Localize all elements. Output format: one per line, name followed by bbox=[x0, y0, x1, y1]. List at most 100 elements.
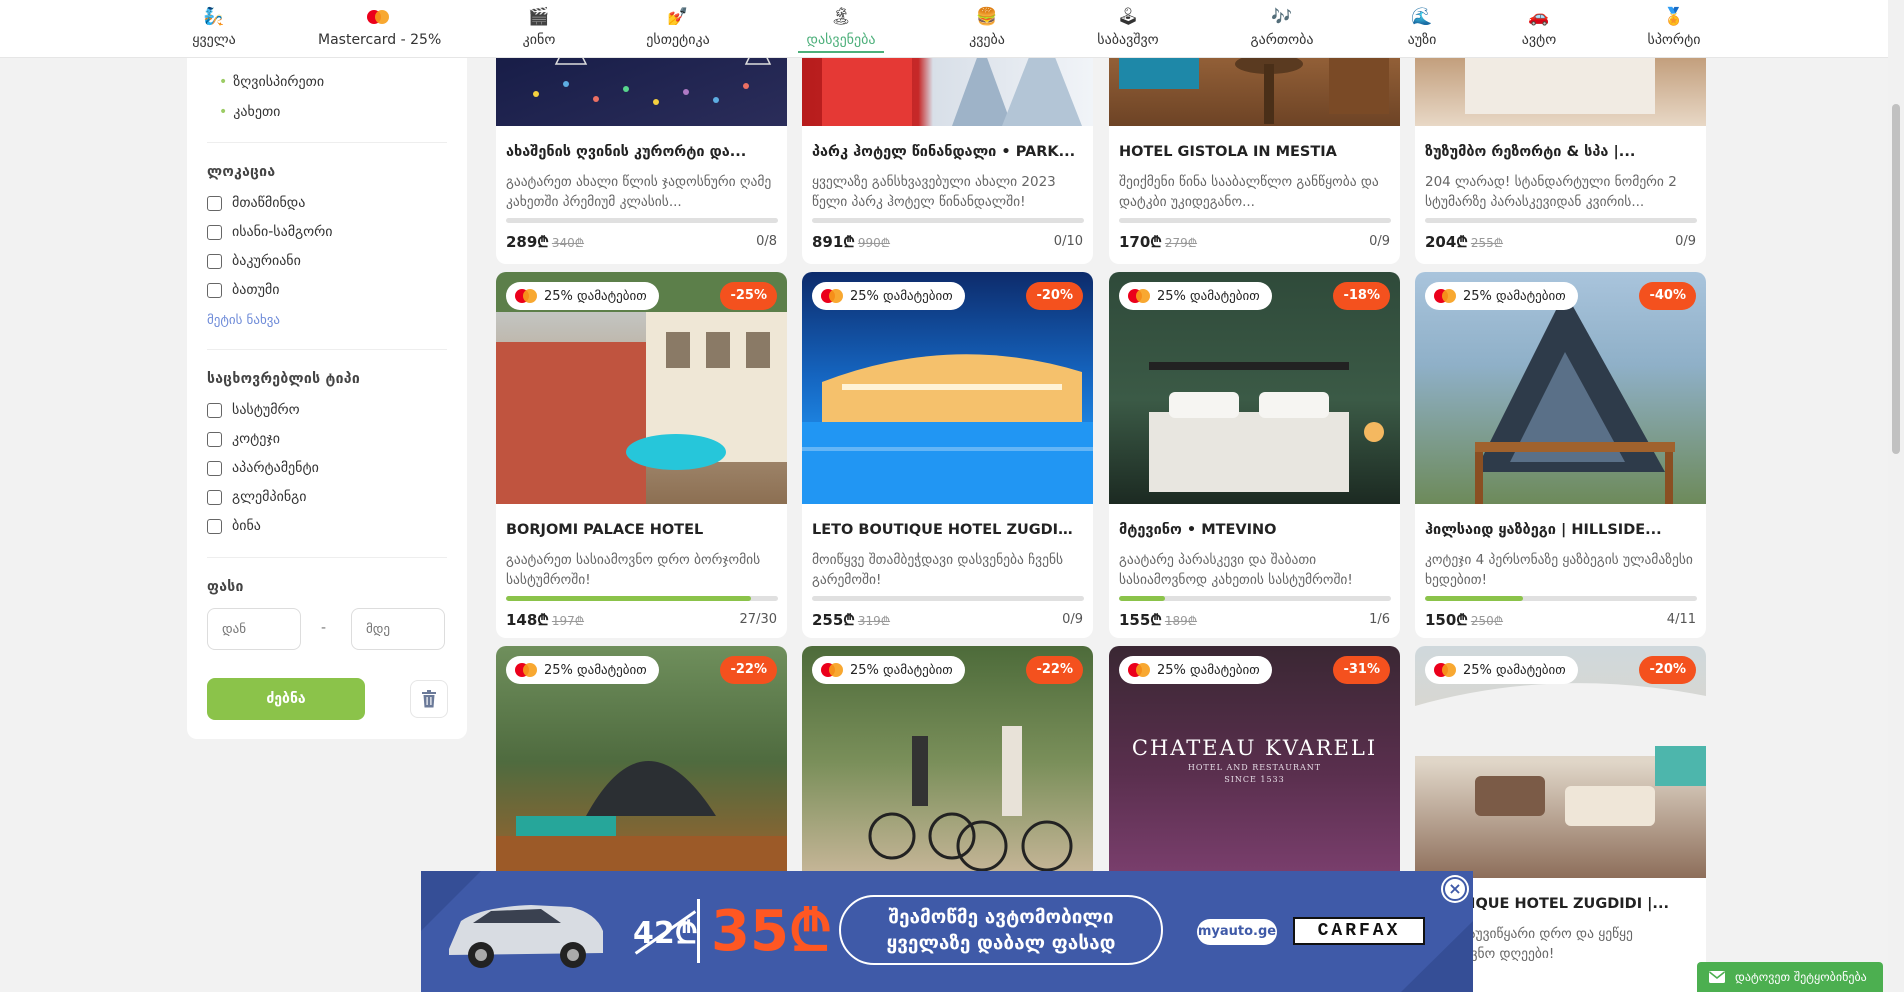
checkbox[interactable] bbox=[207, 460, 222, 476]
checkbox-label: აპარტამენტი bbox=[232, 460, 319, 476]
sold-count: 0/9 bbox=[1369, 234, 1390, 249]
clear-filters-button[interactable] bbox=[410, 680, 448, 718]
sold-count: 4/11 bbox=[1666, 612, 1696, 627]
badge-label: 25% დამატებით bbox=[1157, 662, 1260, 678]
checkbox[interactable] bbox=[207, 402, 222, 418]
deal-title[interactable]: ჰილსაიდ ყაზბეგი | HILLSIDE... bbox=[1425, 522, 1697, 538]
region-item-kakheti[interactable]: კახეთი bbox=[219, 104, 280, 120]
type-checkbox-cottage[interactable]: კოტეჯი bbox=[207, 429, 280, 449]
current-price: 204₾ bbox=[1425, 233, 1468, 251]
nav-label: ავტო bbox=[1521, 32, 1557, 48]
checkbox[interactable] bbox=[207, 489, 222, 505]
mastercard-bonus-badge: 25% დამატებით bbox=[812, 656, 965, 684]
deal-title[interactable]: BORJOMI PALACE HOTEL bbox=[506, 522, 778, 538]
nav-item-all[interactable]: 🧞 ყველა bbox=[184, 6, 244, 54]
scrollbar-thumb[interactable] bbox=[1892, 104, 1900, 454]
close-icon[interactable]: × bbox=[1443, 877, 1467, 901]
price-to-input[interactable] bbox=[351, 608, 445, 650]
music-notes-icon: 🎶 bbox=[1271, 7, 1293, 27]
feedback-button[interactable]: დატოვეთ შეტყობინება bbox=[1697, 962, 1883, 992]
sold-count: 1/6 bbox=[1369, 612, 1390, 627]
deal-description: ყველაზე განსხვავებული ახალი 2023 წელი პა… bbox=[812, 174, 1056, 210]
sold-progress-fill bbox=[506, 596, 751, 601]
nav-item-auto[interactable]: 🚗 ავტო bbox=[1516, 6, 1562, 54]
price-heading: ფასი bbox=[207, 579, 244, 595]
deal-card[interactable]: 25% დამატებით -18% მტევინო • MTEVINO გაა… bbox=[1109, 272, 1400, 638]
deal-price: 204₾ 255₾ bbox=[1425, 232, 1503, 252]
filter-sidebar: ზღვისპირეთი კახეთი ლოკაცია მთაწმინდა ისა… bbox=[187, 40, 467, 739]
type-checkbox-glamping[interactable]: გლემპინგი bbox=[207, 487, 307, 507]
sold-count: 0/10 bbox=[1053, 234, 1083, 249]
category-navbar: 🧞 ყველა Mastercard - 25% 🎬 კინო 💅 ესთეტი… bbox=[0, 0, 1904, 58]
checkbox[interactable] bbox=[207, 282, 222, 298]
deal-description: გაატარე პარასკევი და შაბათი სასიამოვნოდ … bbox=[1119, 552, 1353, 588]
old-price: 279₾ bbox=[1164, 236, 1198, 250]
deal-card[interactable]: 25% დამატებით -25% BORJOMI PALACE HOTEL … bbox=[496, 272, 787, 638]
nav-label: სპორტი bbox=[1647, 32, 1701, 48]
mastercard-bonus-badge: 25% დამატებით bbox=[1425, 656, 1578, 684]
nav-item-entertainment[interactable]: 🎶 გართობა bbox=[1244, 6, 1320, 54]
nav-label: Mastercard - 25% bbox=[318, 32, 442, 48]
price-from-input[interactable] bbox=[207, 608, 301, 650]
page-scrollbar[interactable] bbox=[1888, 0, 1904, 992]
mastercard-bonus-badge: 25% დამატებით bbox=[1119, 282, 1272, 310]
badge-label: 25% დამატებით bbox=[1157, 288, 1260, 304]
genie-icon: 🧞 bbox=[203, 7, 225, 27]
deal-title[interactable]: პარკ ჰოტელ წინანდალი • PARK... bbox=[812, 144, 1084, 160]
search-button[interactable]: ძებნა bbox=[207, 678, 365, 720]
current-price: 170₾ bbox=[1119, 233, 1162, 251]
mastercard-icon bbox=[1127, 288, 1151, 304]
deal-description: მოიწყვე შთამბეჭდავი დასვენება ჩვენს გარე… bbox=[812, 552, 1064, 588]
deal-description: კოტეჯი 4 პერსონაზე ყაზბეგის ულამაზესი ხე… bbox=[1425, 552, 1693, 588]
see-more-link[interactable]: მეტის ნახვა bbox=[207, 313, 280, 328]
deal-title[interactable]: LETO BOUTIQUE HOTEL ZUGDIDI |... bbox=[812, 522, 1084, 538]
old-price: 340₾ bbox=[551, 236, 585, 250]
checkbox[interactable] bbox=[207, 195, 222, 211]
location-checkbox-mtatsminda[interactable]: მთაწმინდა bbox=[207, 193, 305, 213]
nav-item-food[interactable]: 🍔 კვება bbox=[962, 6, 1012, 54]
sold-progress-bar bbox=[1119, 218, 1391, 223]
deal-title[interactable]: ზუზუმბო რეზორტი & სპა |... bbox=[1425, 144, 1697, 160]
old-price: 189₾ bbox=[1164, 614, 1198, 628]
nav-item-cinema[interactable]: 🎬 კინო bbox=[514, 6, 564, 54]
joystick-icon: 🕹 bbox=[1117, 7, 1139, 27]
nav-item-kids[interactable]: 🕹 საბავშვო bbox=[1090, 6, 1166, 54]
ad-banner[interactable]: 42₾ 35₾ შეამოწმე ავტომობილი ყველაზე დაბა… bbox=[421, 871, 1473, 992]
nav-item-aesthetics[interactable]: 💅 ესთეტიკა bbox=[638, 6, 718, 54]
ad-line-1: შეამოწმე ავტომობილი bbox=[888, 906, 1114, 928]
checkbox[interactable] bbox=[207, 253, 222, 269]
nav-item-vacation[interactable]: 🏝 დასვენება bbox=[798, 6, 884, 54]
divider bbox=[207, 557, 447, 558]
deal-price: 148₾ 197₾ bbox=[506, 610, 584, 630]
location-checkbox-bakuriani[interactable]: ბაკურიანი bbox=[207, 251, 301, 271]
chateau-kvareli-logo: CHATEAU KVARELI bbox=[1131, 736, 1378, 760]
deal-card[interactable]: 25% დამატებით -20% LETO BOUTIQUE HOTEL Z… bbox=[802, 272, 1093, 638]
island-icon: 🏝 bbox=[830, 7, 852, 27]
car-icon bbox=[449, 905, 603, 968]
type-checkbox-apartment[interactable]: აპარტამენტი bbox=[207, 458, 319, 478]
checkbox[interactable] bbox=[207, 431, 222, 447]
logo-subtitle: HOTEL AND RESTAURANT bbox=[1187, 763, 1322, 772]
nav-item-sport[interactable]: 🏅 სპორტი bbox=[1642, 6, 1706, 54]
checkbox[interactable] bbox=[207, 518, 222, 534]
mastercard-icon bbox=[514, 662, 538, 678]
type-checkbox-flat[interactable]: ბინა bbox=[207, 516, 261, 536]
discount-badge: -20% bbox=[1026, 282, 1083, 310]
type-checkbox-hotel[interactable]: სასტუმრო bbox=[207, 400, 300, 420]
nav-item-pool[interactable]: 🌊 აუზი bbox=[1402, 6, 1442, 54]
current-price: 289₾ bbox=[506, 233, 549, 251]
ad-separator bbox=[697, 899, 700, 963]
checkbox[interactable] bbox=[207, 224, 222, 240]
discount-badge: -25% bbox=[720, 282, 777, 310]
old-price: 255₾ bbox=[1470, 236, 1504, 250]
deal-title[interactable]: HOTEL GISTOLA IN MESTIA bbox=[1119, 144, 1391, 160]
region-item-seaside[interactable]: ზღვისპირეთი bbox=[219, 74, 324, 90]
nav-item-mastercard[interactable]: Mastercard - 25% bbox=[318, 6, 442, 54]
deal-card[interactable]: 25% დამატებით -40% ჰილსაიდ ყაზბეგი | HIL… bbox=[1415, 272, 1706, 638]
location-checkbox-batumi[interactable]: ბათუმი bbox=[207, 280, 279, 300]
deal-title[interactable]: ახაშენის ღვინის კურორტი და... bbox=[506, 144, 778, 160]
logo-since: SINCE 1533 bbox=[1224, 775, 1285, 784]
current-price: 150₾ bbox=[1425, 611, 1468, 629]
deal-title[interactable]: მტევინო • MTEVINO bbox=[1119, 522, 1391, 538]
location-checkbox-isani[interactable]: ისანი-სამგორი bbox=[207, 222, 333, 242]
